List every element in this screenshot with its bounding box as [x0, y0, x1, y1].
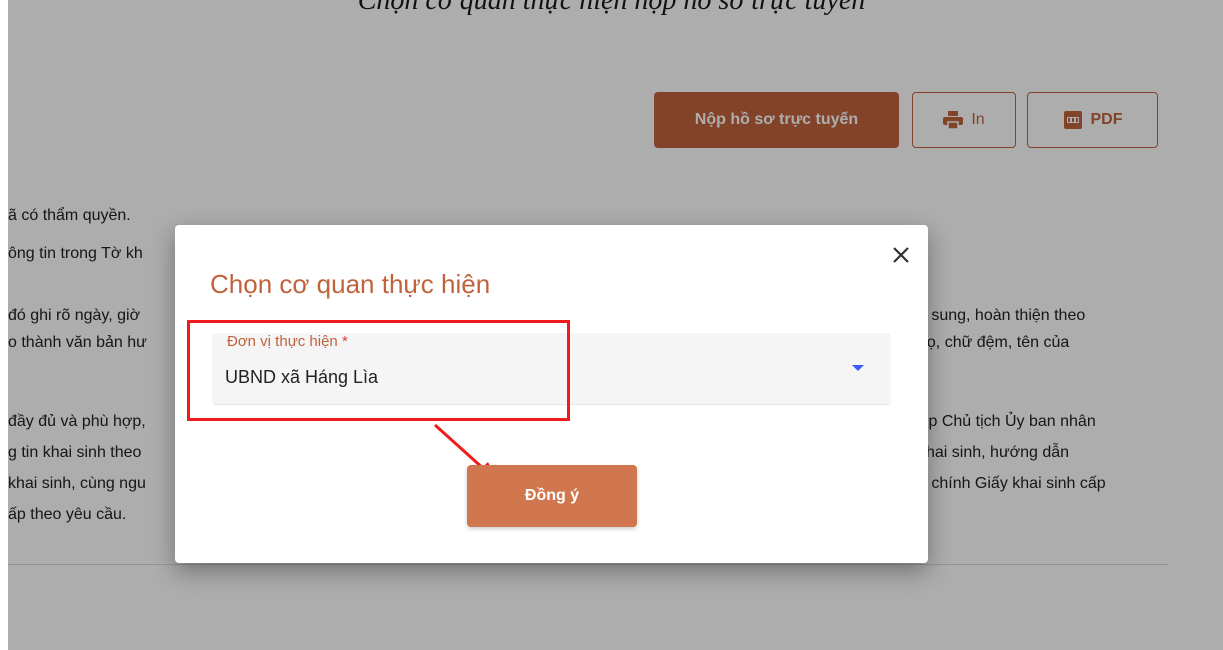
agency-select-label-text: Đơn vị thực hiện	[227, 333, 338, 350]
confirm-label: Đồng ý	[524, 487, 580, 504]
required-mark: *	[341, 333, 348, 350]
caret-down-icon[interactable]	[852, 365, 864, 371]
left-frame-edge	[0, 0, 8, 650]
agency-select[interactable]: Đơn vị thực hiện * UBND xã Háng Lìa	[212, 333, 891, 405]
dialog-title: Chọn cơ quan thực hiện	[210, 269, 491, 299]
close-icon[interactable]	[887, 241, 915, 269]
page-caption: Chọn cơ quan thực hiện nộp hồ sơ trực tu…	[357, 0, 866, 16]
select-agency-dialog: Chọn cơ quan thực hiện Đơn vị thực hiện …	[175, 225, 928, 563]
confirm-button[interactable]: Đồng ý	[467, 465, 637, 527]
agency-select-label: Đơn vị thực hiện *	[227, 333, 348, 350]
agency-select-value: UBND xã Háng Lìa	[225, 367, 379, 387]
